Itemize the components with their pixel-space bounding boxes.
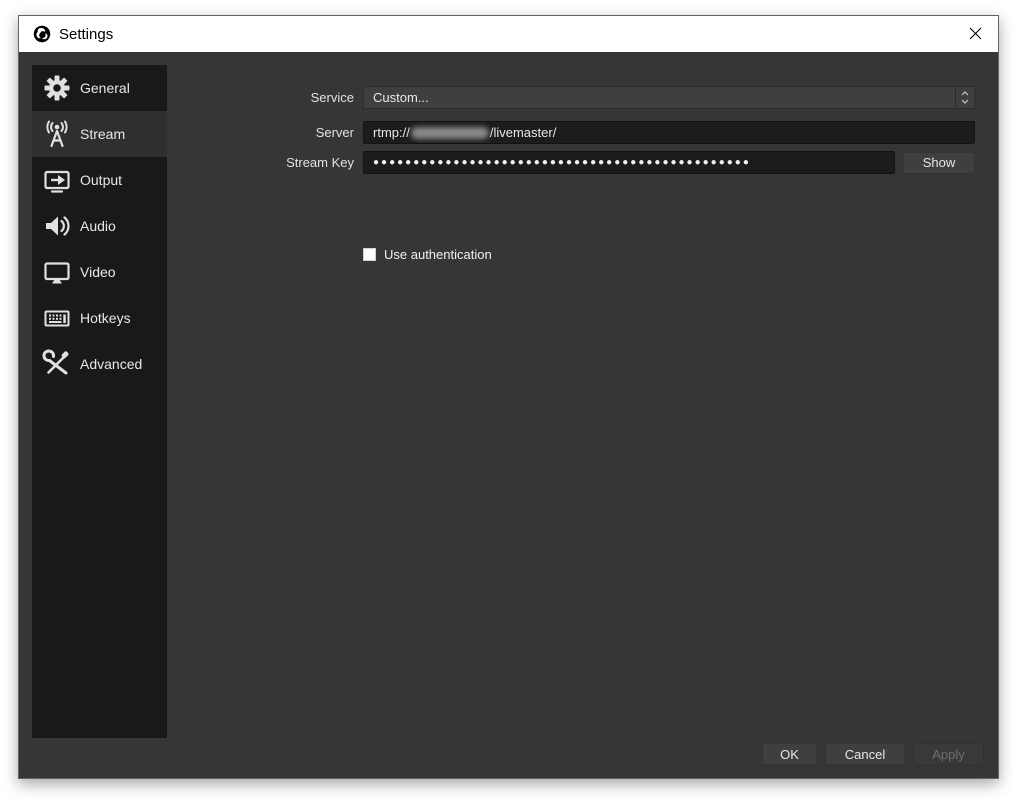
antenna-icon	[41, 118, 73, 150]
service-value: Custom...	[373, 90, 429, 105]
settings-window: Settings	[18, 15, 999, 779]
server-input[interactable]: rtmp:// /livemaster/	[363, 121, 975, 144]
titlebar: Settings	[19, 16, 998, 52]
sidebar-item-label: Stream	[80, 126, 125, 142]
show-key-button[interactable]: Show	[903, 152, 975, 174]
speaker-icon	[41, 210, 73, 242]
sidebar-item-label: Output	[80, 172, 122, 188]
stream-key-input[interactable]: ●●●●●●●●●●●●●●●●●●●●●●●●●●●●●●●●●●●●●●●●…	[363, 151, 895, 174]
dropdown-spinner[interactable]	[955, 88, 973, 107]
stream-settings-form: Service Custom... Server r	[167, 86, 975, 262]
sidebar-item-label: General	[80, 80, 130, 96]
output-icon	[41, 164, 73, 196]
sidebar-item-output[interactable]: Output	[32, 157, 167, 203]
tools-icon	[41, 348, 73, 380]
sidebar-item-advanced[interactable]: Advanced	[32, 341, 167, 387]
keyboard-icon	[41, 302, 73, 334]
gear-icon	[41, 72, 73, 104]
sidebar-item-audio[interactable]: Audio	[32, 203, 167, 249]
service-label: Service	[167, 90, 354, 105]
sidebar-item-video[interactable]: Video	[32, 249, 167, 295]
dialog-footer: OK Cancel Apply	[762, 743, 984, 765]
sidebar-item-label: Video	[80, 264, 116, 280]
sidebar-item-hotkeys[interactable]: Hotkeys	[32, 295, 167, 341]
chevron-up-icon	[961, 91, 969, 96]
sidebar-item-general[interactable]: General	[32, 65, 167, 111]
server-value-suffix: /livemaster/	[490, 125, 556, 140]
use-authentication-label: Use authentication	[384, 247, 492, 262]
sidebar-item-stream[interactable]: Stream	[32, 111, 167, 157]
window-title: Settings	[59, 26, 113, 43]
obs-logo-icon	[33, 25, 51, 43]
service-dropdown[interactable]: Custom...	[363, 86, 975, 109]
sidebar-item-label: Audio	[80, 218, 116, 234]
cancel-button[interactable]: Cancel	[825, 743, 905, 765]
stream-key-label: Stream Key	[167, 155, 354, 170]
sidebar-item-label: Advanced	[80, 356, 142, 372]
stream-key-masked-value: ●●●●●●●●●●●●●●●●●●●●●●●●●●●●●●●●●●●●●●●●…	[373, 157, 751, 168]
server-label: Server	[167, 125, 354, 140]
apply-button[interactable]: Apply	[913, 743, 984, 765]
sidebar-item-label: Hotkeys	[80, 310, 131, 326]
server-value-prefix: rtmp://	[373, 125, 410, 140]
settings-content: General Stream Output	[19, 52, 998, 778]
chevron-down-icon	[961, 99, 969, 104]
server-redacted-blur	[411, 127, 489, 139]
use-authentication-checkbox[interactable]	[363, 248, 376, 261]
sidebar: General Stream Output	[32, 65, 167, 738]
close-button[interactable]	[952, 16, 998, 51]
ok-button[interactable]: OK	[762, 743, 817, 765]
close-icon	[969, 27, 982, 40]
monitor-icon	[41, 256, 73, 288]
